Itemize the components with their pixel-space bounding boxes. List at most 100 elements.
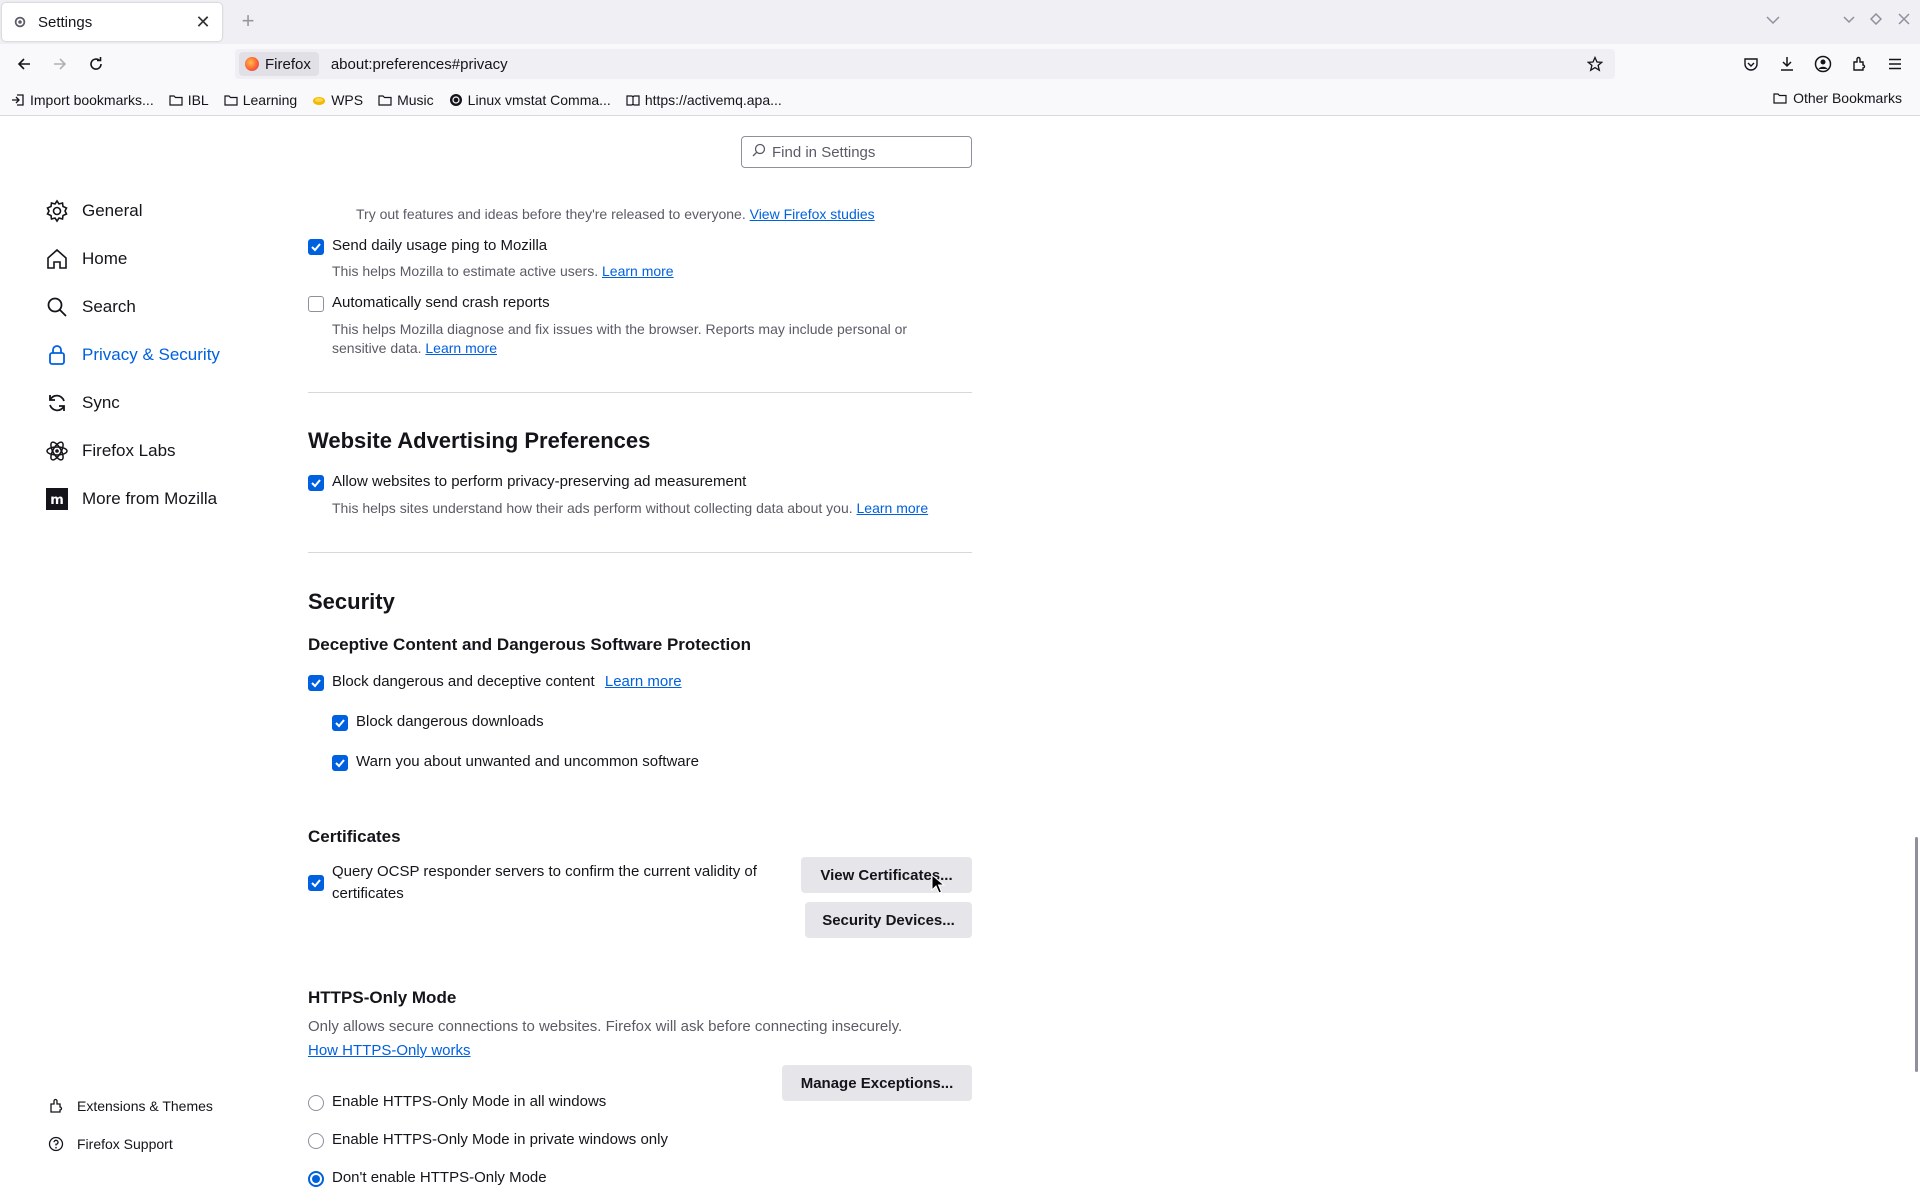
crash-reports-label: Automatically send crash reports [332, 294, 550, 311]
downloads-icon[interactable] [1775, 52, 1799, 76]
svg-text:m: m [50, 493, 64, 508]
view-certificates-button[interactable]: View Certificates... [801, 857, 972, 893]
account-icon[interactable] [1811, 52, 1835, 76]
extensions-themes-link[interactable]: Extensions & Themes [47, 1087, 213, 1125]
back-arrow-icon[interactable] [12, 52, 36, 76]
gear-icon [12, 14, 28, 30]
sidebar-item-privacy[interactable]: Privacy & Security [44, 331, 220, 379]
site-icon [448, 92, 464, 108]
view-firefox-studies-link[interactable]: View Firefox studies [750, 206, 875, 222]
tab-strip: Settings ✕ + [0, 0, 1920, 44]
security-devices-button[interactable]: Security Devices... [805, 902, 972, 938]
ocsp-label: Query OCSP responder servers to confirm … [332, 863, 757, 880]
bookmark-linux-vmstat[interactable]: Linux vmstat Comma... [448, 92, 611, 108]
import-icon [10, 92, 26, 108]
sidebar-item-sync[interactable]: Sync [44, 379, 220, 427]
folder-icon [1773, 90, 1789, 106]
manage-exceptions-button[interactable]: Manage Exceptions... [782, 1065, 972, 1101]
folder-icon [168, 92, 184, 108]
labs-icon [44, 438, 70, 464]
bookmark-wps[interactable]: WPS [311, 92, 363, 108]
divider [308, 552, 972, 553]
https-private-only-label: Enable HTTPS-Only Mode in private window… [332, 1131, 668, 1148]
forward-arrow-icon[interactable] [48, 52, 72, 76]
sidebar-item-label: Sync [82, 393, 120, 412]
search-icon [752, 143, 766, 161]
sidebar-item-firefox-labs[interactable]: Firefox Labs [44, 427, 220, 475]
sidebar-item-label: Home [82, 249, 128, 268]
sidebar-footer: Extensions & Themes Firefox Support [47, 1087, 213, 1163]
sidebar-item-label: General [82, 201, 143, 220]
sidebar-item-general[interactable]: General [44, 187, 220, 235]
sidebar-item-home[interactable]: Home [44, 235, 220, 283]
settings-content: Find in Settings General Home Search Pri… [0, 117, 1920, 1200]
firefox-logo-icon [245, 57, 259, 71]
ocsp-checkbox[interactable] [308, 875, 324, 891]
https-private-only-radio[interactable] [308, 1133, 324, 1149]
crash-reports-description: This helps Mozilla diagnose and fix issu… [332, 321, 908, 337]
bookmark-other-bookmarks[interactable]: Other Bookmarks [1773, 90, 1902, 106]
folder-icon [377, 92, 393, 108]
url-text[interactable]: about:preferences#privacy [331, 56, 1583, 73]
bookmark-folder-ibl[interactable]: IBL [168, 92, 209, 108]
ad-measurement-learn-more-link[interactable]: Learn more [857, 500, 929, 516]
reload-icon[interactable] [84, 52, 108, 76]
bookmark-import[interactable]: Import bookmarks... [10, 92, 154, 108]
search-input[interactable]: Find in Settings [741, 136, 972, 168]
wps-icon [311, 92, 327, 108]
menu-icon[interactable] [1883, 52, 1907, 76]
url-bar[interactable]: Firefox about:preferences#privacy [235, 49, 1615, 79]
navigation-toolbar: Firefox about:preferences#privacy [0, 44, 1920, 84]
window-close-icon[interactable] [1898, 12, 1910, 28]
maximize-icon[interactable] [1869, 12, 1883, 28]
warn-unwanted-label: Warn you about unwanted and uncommon sof… [356, 753, 699, 770]
ad-measurement-checkbox[interactable] [308, 475, 324, 491]
sidebar-item-search[interactable]: Search [44, 283, 220, 331]
certificates-heading: Certificates [308, 827, 401, 846]
security-heading: Security [308, 589, 395, 614]
search-placeholder: Find in Settings [772, 143, 876, 161]
crash-reports-description-2: sensitive data. Learn more [332, 340, 497, 356]
block-downloads-checkbox[interactable] [332, 715, 348, 731]
usage-ping-checkbox[interactable] [308, 239, 324, 255]
firefox-support-link[interactable]: Firefox Support [47, 1125, 213, 1163]
identity-box[interactable]: Firefox [239, 52, 319, 76]
crash-reports-learn-more-link[interactable]: Learn more [425, 340, 497, 356]
pocket-icon[interactable] [1739, 52, 1763, 76]
https-all-windows-radio[interactable] [308, 1095, 324, 1111]
book-icon [625, 92, 641, 108]
warn-unwanted-checkbox[interactable] [332, 755, 348, 771]
how-https-only-works-link[interactable]: How HTTPS-Only works [308, 1042, 471, 1059]
studies-description: Try out features and ideas before they'r… [356, 206, 875, 222]
help-icon [47, 1135, 65, 1153]
tab-list-icon[interactable] [1766, 12, 1780, 28]
tab-settings[interactable]: Settings ✕ [2, 3, 222, 41]
extensions-icon[interactable] [1847, 52, 1871, 76]
bookmark-star-icon[interactable] [1583, 52, 1607, 76]
minimize-icon[interactable] [1843, 12, 1855, 28]
advertising-heading: Website Advertising Preferences [308, 428, 651, 453]
divider [308, 392, 972, 393]
ocsp-label-2: certificates [332, 885, 404, 902]
https-disabled-radio[interactable] [308, 1171, 324, 1187]
bookmarks-toolbar: Import bookmarks... IBL Learning WPS Mus… [0, 84, 1920, 116]
identity-label: Firefox [265, 55, 311, 73]
bookmark-activemq[interactable]: https://activemq.apa... [625, 92, 782, 108]
https-only-description: Only allows secure connections to websit… [308, 1018, 903, 1035]
bookmark-folder-music[interactable]: Music [377, 92, 434, 108]
crash-reports-checkbox[interactable] [308, 296, 324, 312]
block-dangerous-checkbox[interactable] [308, 675, 324, 691]
sidebar-item-label: Firefox Labs [82, 441, 176, 460]
sync-icon [44, 390, 70, 416]
close-icon[interactable]: ✕ [194, 12, 212, 33]
sidebar-item-label: Search [82, 297, 136, 316]
usage-ping-description: This helps Mozilla to estimate active us… [332, 263, 674, 279]
bookmark-folder-learning[interactable]: Learning [223, 92, 297, 108]
usage-ping-learn-more-link[interactable]: Learn more [602, 263, 674, 279]
mozilla-icon: m [44, 486, 70, 512]
block-dangerous-learn-more-link[interactable]: Learn more [605, 673, 682, 690]
scrollbar-thumb[interactable] [1915, 837, 1918, 1072]
new-tab-button[interactable]: + [236, 10, 260, 34]
sidebar-item-more-from-mozilla[interactable]: m More from Mozilla [44, 475, 220, 523]
block-dangerous-label: Block dangerous and deceptive content Le… [332, 673, 682, 690]
